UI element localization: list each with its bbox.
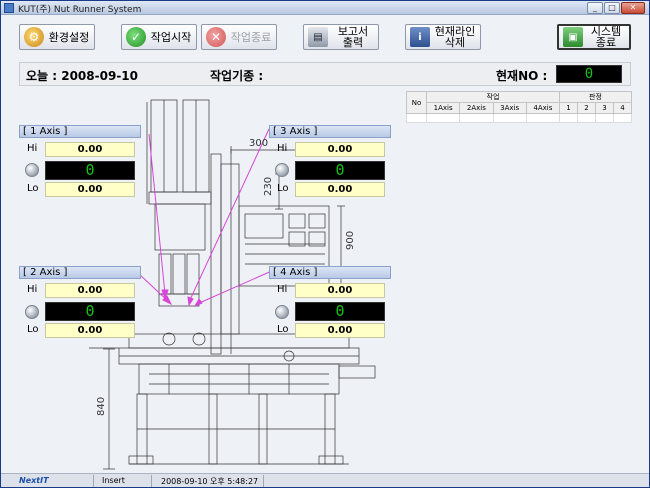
grid-work-header[interactable]: 작업 [426,91,560,103]
status-clock: 2008-09-10 오후 5:48:27 [161,477,259,486]
axis2-torque-display: 0 [45,302,135,321]
status-bar: NextIT Insert 2008-09-10 오후 5:48:27 [1,473,649,487]
axis3-lo-label: Lo [277,183,289,194]
dimension-900: 900 [345,231,356,250]
work-stop-label: 작업종료 [230,30,272,44]
dimension-840: 840 [96,397,107,416]
status-divider [93,475,94,487]
dimension-230: 230 [263,177,274,196]
work-stop-button[interactable]: ✕ 작업종료 [201,24,277,50]
axis4-hi-value: 0.00 [295,283,385,298]
axis4-title: [ 4 Axis ] [269,266,391,279]
axis1-hi-label: Hi [27,143,38,154]
grid-col-judge-4[interactable]: 4 [613,102,632,114]
axis3-status-lamp [275,163,289,177]
grid-col-2axis[interactable]: 2Axis [459,102,494,114]
close-button[interactable]: ✕ [621,2,645,14]
axis2-lo-label: Lo [27,324,39,335]
dimension-300: 300 [249,138,268,149]
input-mode: Insert [102,476,125,485]
axis4-status-lamp [275,305,289,319]
app-icon [4,3,14,13]
minimize-button[interactable]: _ [587,2,603,14]
axis2-hi-value: 0.00 [45,283,135,298]
status-divider [151,475,152,487]
app-window: KUT(주) Nut Runner System _ □ ✕ ⚙ 환경설정 ✓ … [0,0,650,488]
current-no-display: 0 [556,65,622,83]
axis4-hi-label: Hi [277,284,288,295]
axis3-lo-value: 0.00 [295,182,385,197]
work-type-label: 작업기종 : [210,69,264,83]
env-settings-label: 환경설정 [48,30,90,44]
exit-door-icon: ▣ [563,27,583,47]
axis3-hi-label: Hi [277,143,288,154]
axis3-hi-value: 0.00 [295,142,385,157]
delete-current-line-label: 현재라인 삭제 [434,25,476,49]
axis1-lo-value: 0.00 [45,182,135,197]
window-title: KUT(주) Nut Runner System [18,5,142,15]
grid-col-judge-3[interactable]: 3 [595,102,614,114]
title-bar[interactable]: KUT(주) Nut Runner System _ □ ✕ [1,1,649,15]
today-label: 오늘 : 2008-09-10 [26,69,138,83]
stop-x-icon: ✕ [206,27,226,47]
axis1-hi-value: 0.00 [45,142,135,157]
axis2-title: [ 2 Axis ] [19,266,141,279]
grid-col-1axis[interactable]: 1Axis [425,102,461,114]
maximize-button[interactable]: □ [604,2,620,14]
current-no-label: 현재NO : [496,69,548,83]
axis1-title: [ 1 Axis ] [19,125,141,138]
grid-col-judge-2[interactable]: 2 [577,102,596,114]
grid-col-4axis[interactable]: 4Axis [525,102,561,114]
table-row[interactable] [406,113,632,123]
info-bar: 오늘 : 2008-09-10 작업기종 : 현재NO : 0 [19,62,631,86]
status-divider [263,475,264,487]
toolbar: ⚙ 환경설정 ✓ 작업시작 ✕ 작업종료 ▤ 보고서 출력 i 현재라인 삭제 … [1,16,649,58]
env-settings-button[interactable]: ⚙ 환경설정 [19,24,95,50]
work-start-button[interactable]: ✓ 작업시작 [121,24,197,50]
grid-col-judge-1[interactable]: 1 [559,102,578,114]
axis4-lo-value: 0.00 [295,323,385,338]
axis1-torque-display: 0 [45,161,135,180]
work-start-label: 작업시작 [150,30,192,44]
brand-logo: NextIT [19,476,49,485]
check-icon: ✓ [126,27,146,47]
axis1-lo-label: Lo [27,183,39,194]
axis2-lo-value: 0.00 [45,323,135,338]
delete-current-line-button[interactable]: i 현재라인 삭제 [405,24,481,50]
grid-no-header[interactable]: No [406,91,427,114]
system-exit-button[interactable]: ▣ 시스템 종료 [557,24,631,50]
result-grid[interactable]: No 작업 판정 1Axis 2Axis 3Axis 4Axis 1 2 3 4 [406,91,632,123]
axis3-torque-display: 0 [295,161,385,180]
axis4-lo-label: Lo [277,324,289,335]
axis1-status-lamp [25,163,39,177]
report-print-button[interactable]: ▤ 보고서 출력 [303,24,379,50]
info-document-icon: i [410,27,430,47]
grid-judge-header[interactable]: 판정 [559,91,632,103]
axis4-torque-display: 0 [295,302,385,321]
axis2-status-lamp [25,305,39,319]
grid-col-3axis[interactable]: 3Axis [492,102,527,114]
report-print-label: 보고서 출력 [337,25,369,49]
printer-icon: ▤ [308,27,328,47]
axis3-title: [ 3 Axis ] [269,125,391,138]
system-exit-label: 시스템 종료 [590,25,622,49]
axis2-hi-label: Hi [27,284,38,295]
gear-icon: ⚙ [24,27,44,47]
